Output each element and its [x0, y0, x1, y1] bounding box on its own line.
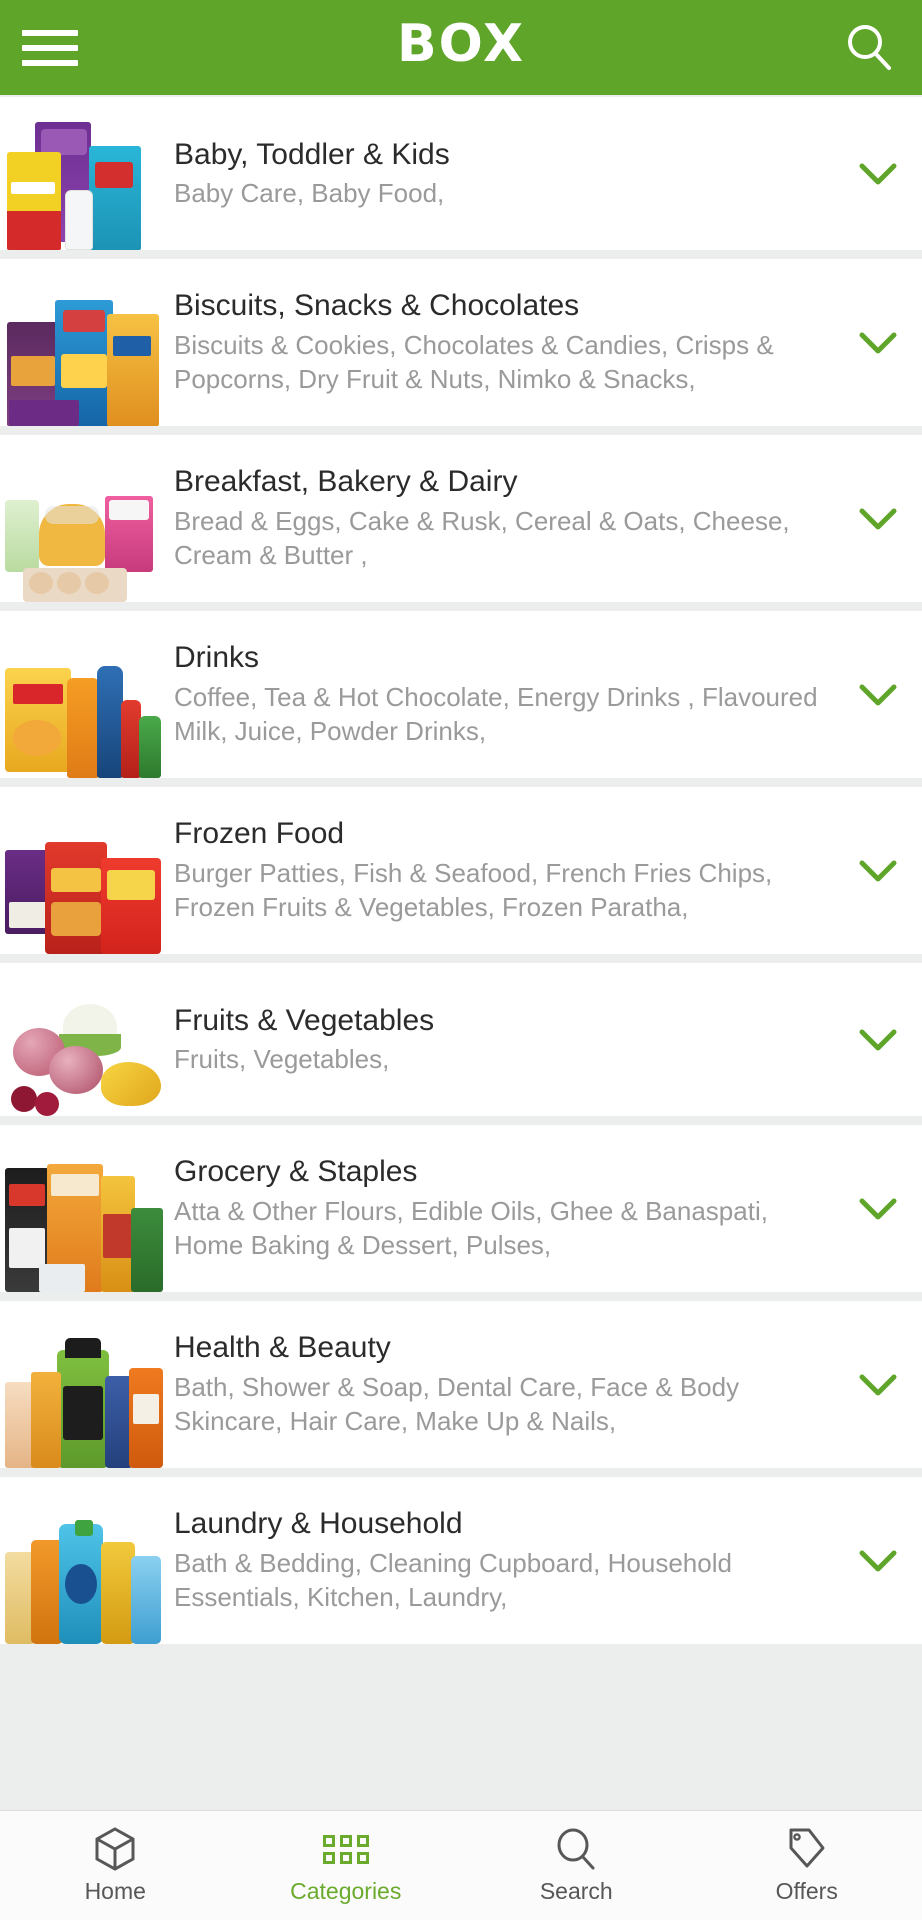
list-item[interactable]: Drinks Coffee, Tea & Hot Chocolate, Ener…	[0, 611, 922, 778]
category-subtitle: Atta & Other Flours, Edible Oils, Ghee &…	[174, 1195, 768, 1261]
list-item-text: Laundry & Household Bath & Bedding, Clea…	[170, 1506, 856, 1615]
category-title: Frozen Food	[174, 817, 345, 851]
nav-item-categories[interactable]: Categories	[231, 1826, 462, 1905]
chevron-down-icon[interactable]	[856, 506, 900, 532]
grocery-staples-thumbnail	[0, 1125, 170, 1292]
grid-icon	[322, 1826, 369, 1872]
category-list[interactable]: Baby, Toddler & Kids Baby Care, Baby Foo…	[0, 95, 922, 1810]
category-subtitle: Burger Patties, Fish & Seafood, French F…	[174, 857, 773, 923]
page-title: BOX	[396, 13, 526, 74]
chevron-down-icon[interactable]	[856, 330, 900, 356]
list-item-text: Drinks Coffee, Tea & Hot Chocolate, Ener…	[170, 640, 856, 749]
list-item-text: Baby, Toddler & Kids Baby Care, Baby Foo…	[170, 137, 856, 211]
list-item[interactable]: Baby, Toddler & Kids Baby Care, Baby Foo…	[0, 97, 922, 250]
chevron-down-icon[interactable]	[856, 1372, 900, 1398]
box-icon	[93, 1826, 137, 1872]
bakery-products-thumbnail	[0, 435, 170, 602]
nav-label: Categories	[290, 1878, 402, 1904]
nav-label: Offers	[775, 1878, 838, 1904]
bottom-navigation: Home Categories Search Offers	[0, 1810, 922, 1920]
list-item-text: Grocery & Staples Atta & Other Flours, E…	[170, 1154, 856, 1263]
chevron-down-icon[interactable]	[856, 161, 900, 187]
app-screen: BOX Baby, Toddler & Kids Baby Care, Baby…	[0, 0, 922, 1920]
health-beauty-thumbnail	[0, 1301, 170, 1468]
tag-icon	[785, 1826, 829, 1872]
list-item[interactable]: Frozen Food Burger Patties, Fish & Seafo…	[0, 787, 922, 954]
category-title: Baby, Toddler & Kids	[174, 137, 450, 171]
category-title: Drinks	[174, 641, 260, 675]
category-subtitle: Bath & Bedding, Cleaning Cupboard, House…	[174, 1547, 732, 1613]
list-item-text: Frozen Food Burger Patties, Fish & Seafo…	[170, 816, 856, 925]
list-item-text: Breakfast, Bakery & Dairy Bread & Eggs, …	[170, 464, 856, 573]
list-item[interactable]: Health & Beauty Bath, Shower & Soap, Den…	[0, 1301, 922, 1468]
category-title: Biscuits, Snacks & Chocolates	[174, 289, 580, 323]
category-subtitle: Bath, Shower & Soap, Dental Care, Face &…	[174, 1371, 740, 1437]
nav-item-home[interactable]: Home	[0, 1826, 231, 1905]
category-subtitle: Coffee, Tea & Hot Chocolate, Energy Drin…	[174, 681, 818, 747]
chevron-down-icon[interactable]	[856, 682, 900, 708]
hamburger-icon[interactable]	[22, 26, 78, 70]
drinks-products-thumbnail	[0, 611, 170, 778]
list-item-text: Fruits & Vegetables Fruits, Vegetables,	[170, 1003, 856, 1077]
chevron-down-icon[interactable]	[856, 858, 900, 884]
category-subtitle: Fruits, Vegetables,	[174, 1043, 390, 1074]
list-item-text: Biscuits, Snacks & Chocolates Biscuits &…	[170, 288, 856, 397]
frozen-food-thumbnail	[0, 787, 170, 954]
list-item[interactable]: Laundry & Household Bath & Bedding, Clea…	[0, 1477, 922, 1644]
list-item[interactable]: Fruits & Vegetables Fruits, Vegetables,	[0, 963, 922, 1116]
fruits-vegetables-thumbnail	[0, 963, 170, 1116]
chevron-down-icon[interactable]	[856, 1027, 900, 1053]
category-subtitle: Bread & Eggs, Cake & Rusk, Cereal & Oats…	[174, 505, 790, 571]
category-title: Grocery & Staples	[174, 1155, 418, 1189]
list-item-text: Health & Beauty Bath, Shower & Soap, Den…	[170, 1330, 856, 1439]
search-icon[interactable]	[842, 21, 896, 75]
laundry-household-thumbnail	[0, 1477, 170, 1644]
nav-item-search[interactable]: Search	[461, 1826, 692, 1905]
list-item[interactable]: Grocery & Staples Atta & Other Flours, E…	[0, 1125, 922, 1292]
snacks-products-thumbnail	[0, 259, 170, 426]
category-title: Breakfast, Bakery & Dairy	[174, 465, 518, 499]
chevron-down-icon[interactable]	[856, 1548, 900, 1574]
chevron-down-icon[interactable]	[856, 1196, 900, 1222]
category-title: Health & Beauty	[174, 1331, 391, 1365]
baby-products-thumbnail	[0, 97, 170, 250]
nav-item-offers[interactable]: Offers	[692, 1826, 922, 1905]
nav-label: Home	[84, 1878, 146, 1904]
nav-label: Search	[539, 1878, 613, 1904]
category-subtitle: Baby Care, Baby Food,	[174, 177, 445, 208]
category-title: Fruits & Vegetables	[174, 1003, 435, 1037]
list-item[interactable]: Biscuits, Snacks & Chocolates Biscuits &…	[0, 259, 922, 426]
app-header: BOX	[0, 0, 922, 95]
search-icon	[554, 1826, 598, 1872]
list-item[interactable]: Breakfast, Bakery & Dairy Bread & Eggs, …	[0, 435, 922, 602]
category-title: Laundry & Household	[174, 1507, 463, 1541]
category-subtitle: Biscuits & Cookies, Chocolates & Candies…	[174, 329, 774, 395]
